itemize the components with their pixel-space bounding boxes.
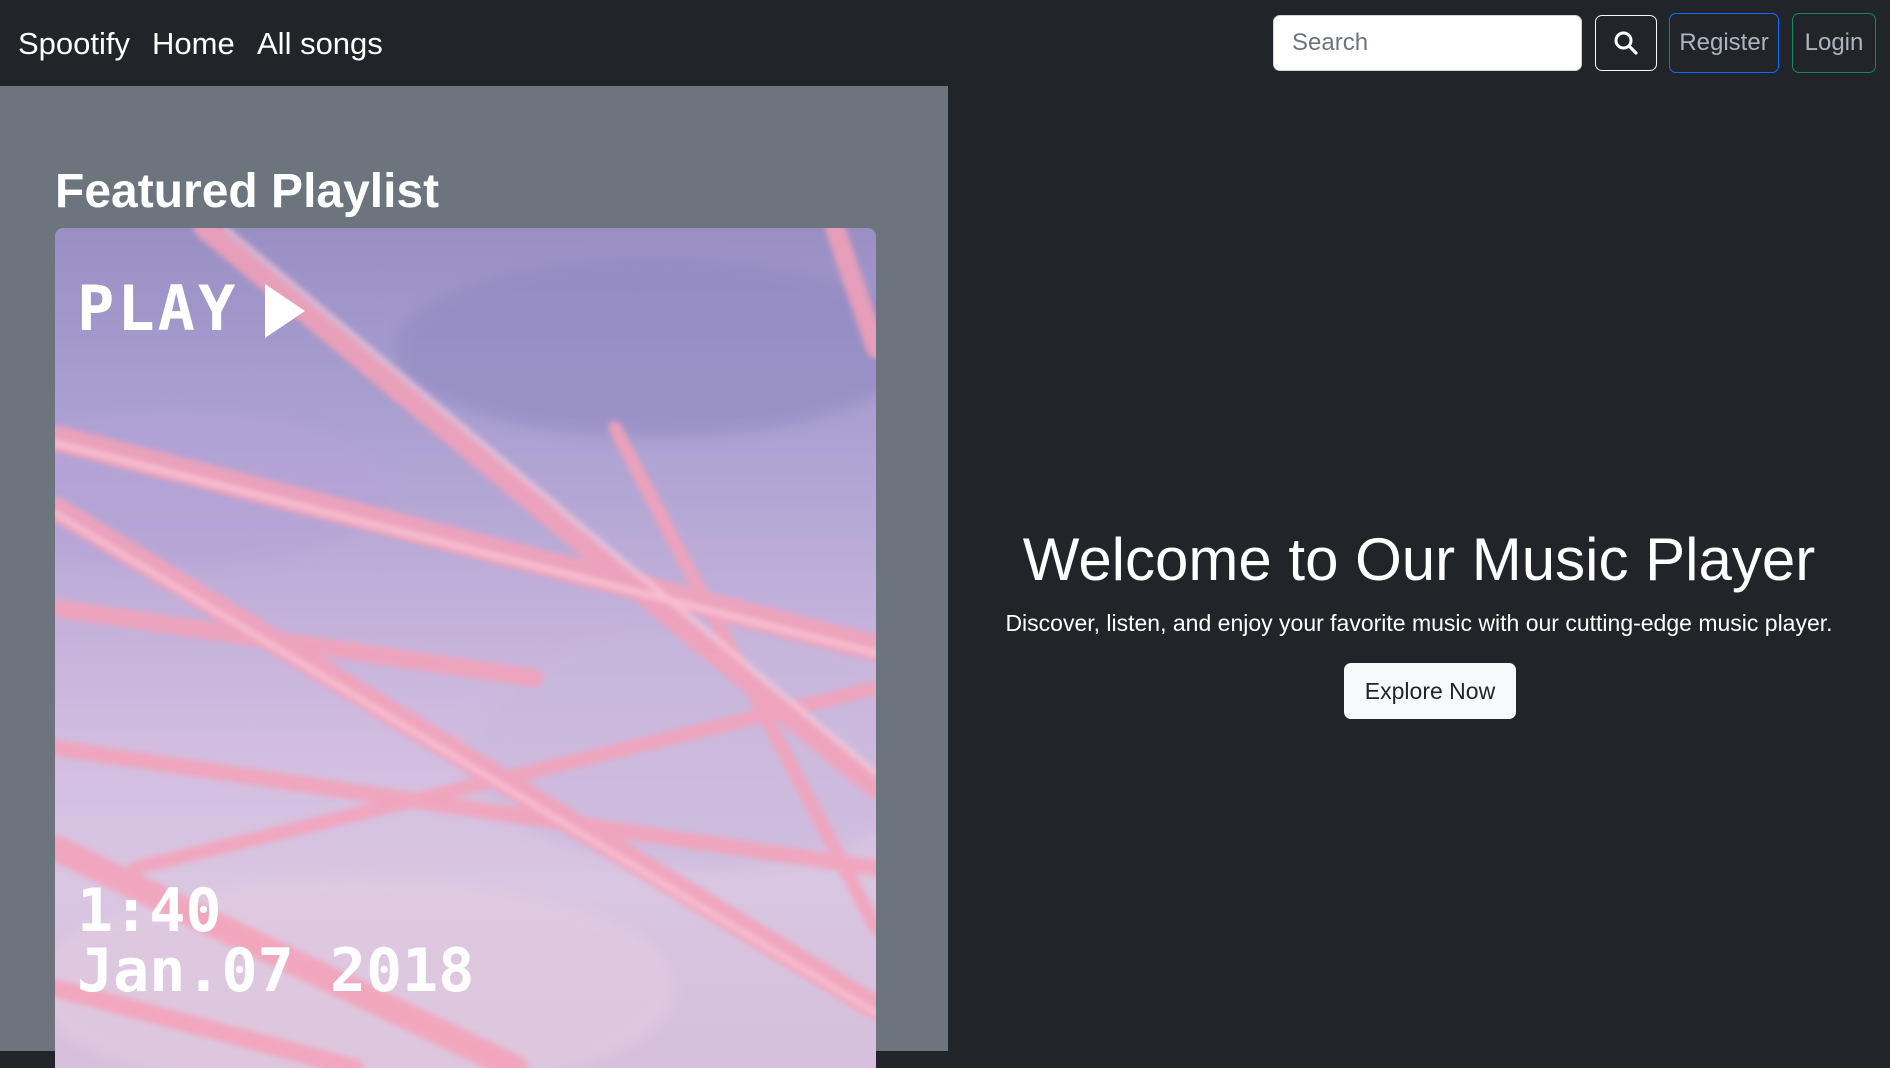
search-button[interactable]: [1595, 15, 1657, 71]
register-button[interactable]: Register: [1669, 13, 1779, 73]
featured-panel: Featured Playlist PLAY 1:40 Jan.07 2018: [0, 86, 948, 1068]
cover-date-text: Jan.07 2018: [77, 936, 475, 1006]
hero-title: Welcome to Our Music Player: [1022, 526, 1816, 593]
search-input[interactable]: [1273, 15, 1582, 71]
hero-subtitle: Discover, listen, and enjoy your favorit…: [1005, 610, 1833, 636]
brand-link[interactable]: Spootify: [18, 24, 130, 64]
featured-title: Featured Playlist: [55, 165, 440, 218]
search-icon: [1614, 31, 1638, 55]
login-button[interactable]: Login: [1792, 13, 1876, 73]
featured-playlist-card[interactable]: PLAY 1:40 Jan.07 2018: [55, 228, 876, 1068]
nav-link-home[interactable]: Home: [152, 24, 235, 64]
nav-link-all-songs[interactable]: All songs: [257, 24, 383, 64]
cover-play-text: PLAY: [77, 272, 239, 345]
explore-now-button[interactable]: Explore Now: [1344, 663, 1516, 719]
play-icon: [265, 284, 305, 338]
navbar: Spootify Home All songs Register Login: [0, 0, 1890, 86]
